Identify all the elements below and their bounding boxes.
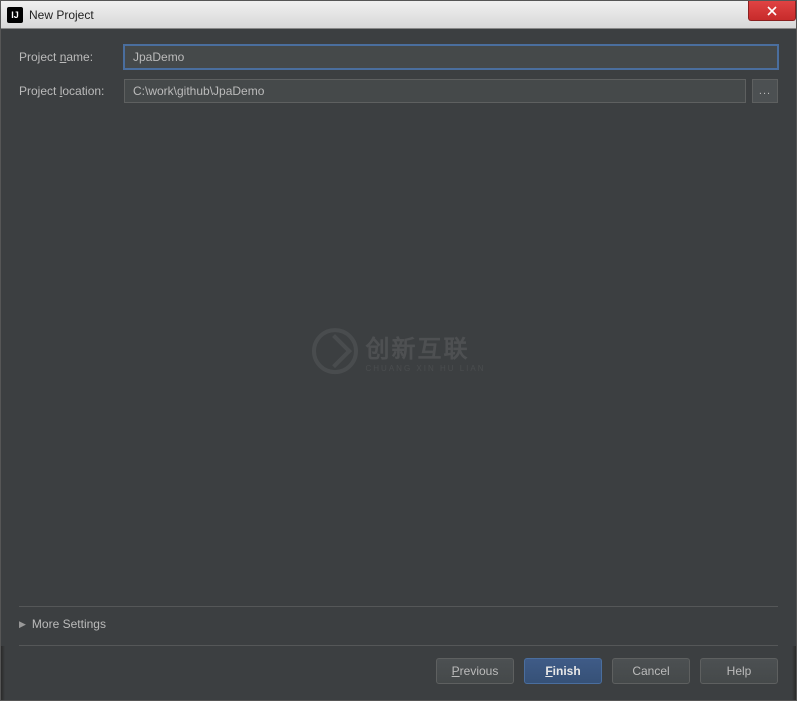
window-title: New Project	[29, 8, 94, 22]
watermark: 创新互联 CHUANG XIN HU LIAN	[311, 328, 485, 374]
project-name-row: Project name:	[19, 45, 778, 69]
project-name-label: Project name:	[19, 50, 124, 64]
watermark-logo-icon	[311, 328, 357, 374]
more-settings-label: More Settings	[32, 617, 106, 631]
dialog-window: IJ New Project Project name: Project loc…	[0, 0, 797, 701]
project-name-input[interactable]	[124, 45, 778, 69]
more-settings-expander[interactable]: ▶ More Settings	[19, 607, 778, 641]
content-spacer: 创新互联 CHUANG XIN HU LIAN	[19, 113, 778, 602]
project-location-row: Project location: ...	[19, 79, 778, 103]
previous-button[interactable]: Previous	[436, 658, 514, 684]
project-location-label: Project location:	[19, 84, 124, 98]
browse-button[interactable]: ...	[752, 79, 778, 103]
finish-button[interactable]: Finish	[524, 658, 602, 684]
close-button[interactable]	[748, 1, 796, 21]
watermark-text: 创新互联	[365, 329, 485, 364]
chevron-right-icon: ▶	[19, 619, 26, 630]
project-location-input[interactable]	[124, 79, 746, 103]
help-button[interactable]: Help	[700, 658, 778, 684]
close-icon	[767, 6, 777, 16]
app-icon: IJ	[7, 7, 23, 23]
cancel-button[interactable]: Cancel	[612, 658, 690, 684]
button-bar: Previous Finish Cancel Help	[1, 646, 796, 700]
separator	[19, 645, 778, 646]
dialog-content: Project name: Project location: ... 创新互联…	[1, 29, 796, 646]
watermark-subtext: CHUANG XIN HU LIAN	[365, 364, 485, 373]
titlebar[interactable]: IJ New Project	[1, 1, 796, 29]
